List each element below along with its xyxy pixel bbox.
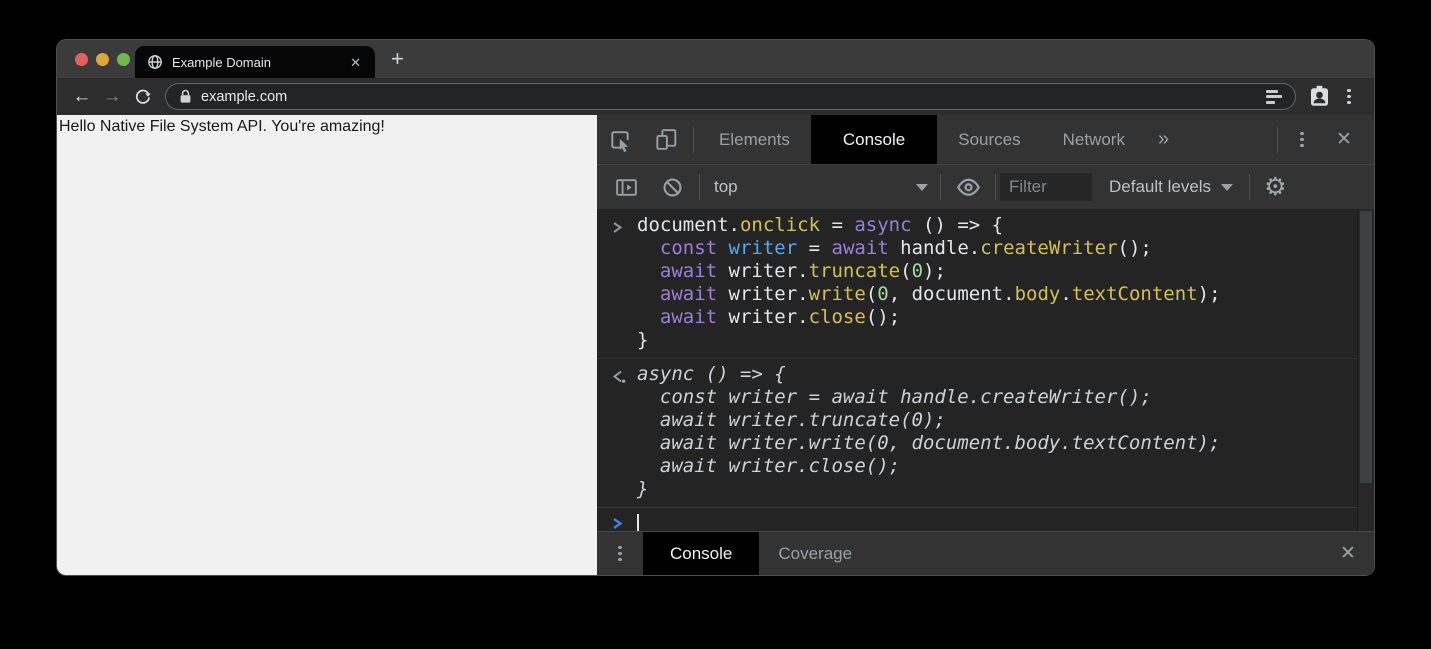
console-result-entry: async () => { const writer = await handl… [597, 359, 1374, 507]
content-area: Hello Native File System API. You're ama… [57, 115, 1374, 575]
new-tab-button[interactable]: + [391, 48, 404, 70]
filter-input[interactable] [1000, 173, 1092, 201]
chevron-down-icon [1221, 184, 1233, 191]
lock-icon [179, 89, 192, 104]
browser-tab[interactable]: Example Domain ✕ [135, 46, 375, 78]
inspect-element-icon[interactable] [597, 115, 643, 164]
tab-console[interactable]: Console [811, 115, 937, 164]
tab-elements[interactable]: Elements [698, 115, 811, 164]
navigation-bar: ← → example.com [57, 78, 1374, 115]
console-toolbar: top Default levels [597, 164, 1374, 209]
console-prompt[interactable] [597, 507, 1374, 531]
devtools-drawer: Console Coverage ✕ [597, 531, 1374, 575]
devtools-menu-icon[interactable] [1282, 115, 1322, 164]
console-log[interactable]: document.onclick = async () => { const w… [597, 209, 1374, 531]
live-expression-eye-icon[interactable] [945, 175, 991, 200]
drawer-menu-icon[interactable] [597, 532, 643, 575]
address-bar[interactable]: example.com [165, 83, 1296, 110]
console-prompt-chevron-icon [610, 514, 637, 531]
back-button[interactable]: ← [67, 82, 97, 112]
console-input-entry: document.onclick = async () => { const w… [597, 209, 1374, 359]
window-close-button[interactable] [75, 53, 88, 66]
window-zoom-button[interactable] [117, 53, 130, 66]
tab-network[interactable]: Network [1042, 115, 1146, 164]
globe-favicon-icon [147, 54, 163, 70]
reload-button[interactable] [127, 82, 157, 112]
tab-title: Example Domain [172, 55, 337, 70]
browser-window: Example Domain ✕ + ← → [57, 40, 1374, 575]
drawer-close-icon[interactable]: ✕ [1322, 532, 1374, 575]
settings-gear-icon[interactable]: ⚙ [1264, 175, 1286, 200]
forward-button[interactable]: → [97, 82, 127, 112]
console-sidebar-icon[interactable] [603, 175, 649, 200]
tab-strip: Example Domain ✕ + [57, 40, 1374, 78]
traffic-lights [75, 40, 130, 78]
window-minimize-button[interactable] [96, 53, 109, 66]
drawer-tab-coverage[interactable]: Coverage [759, 532, 871, 575]
log-level-value: Default levels [1109, 177, 1211, 197]
browser-menu-icon[interactable] [1334, 82, 1364, 112]
chevron-down-icon [916, 184, 928, 191]
device-toolbar-icon[interactable] [643, 115, 689, 164]
devtools-panel: Elements Console Sources Network » ✕ [597, 115, 1374, 575]
return-value-arrow-icon [610, 363, 637, 501]
devtools-tabbar: Elements Console Sources Network » ✕ [597, 115, 1374, 164]
scrollbar-thumb[interactable] [1360, 211, 1372, 483]
tab-close-icon[interactable]: ✕ [346, 54, 365, 71]
context-selector-value: top [714, 177, 738, 197]
text-cursor [637, 514, 639, 531]
profile-badge-icon[interactable] [1304, 82, 1334, 112]
log-level-selector[interactable]: Default levels [1109, 177, 1233, 197]
more-tabs-icon[interactable]: » [1146, 115, 1181, 164]
console-scrollbar[interactable] [1357, 209, 1374, 531]
clear-console-icon[interactable] [649, 176, 695, 199]
tab-sources[interactable]: Sources [937, 115, 1041, 164]
page-viewport: Hello Native File System API. You're ama… [57, 115, 597, 575]
url-text: example.com [201, 89, 287, 105]
reading-list-icon[interactable] [1266, 90, 1282, 104]
context-selector[interactable]: top [704, 177, 936, 197]
console-input-chevron-icon [610, 214, 637, 352]
page-text: Hello Native File System API. You're ama… [59, 118, 385, 135]
devtools-close-icon[interactable]: ✕ [1322, 115, 1366, 164]
drawer-tab-console[interactable]: Console [643, 532, 759, 575]
screen: Example Domain ✕ + ← → [0, 0, 1431, 649]
